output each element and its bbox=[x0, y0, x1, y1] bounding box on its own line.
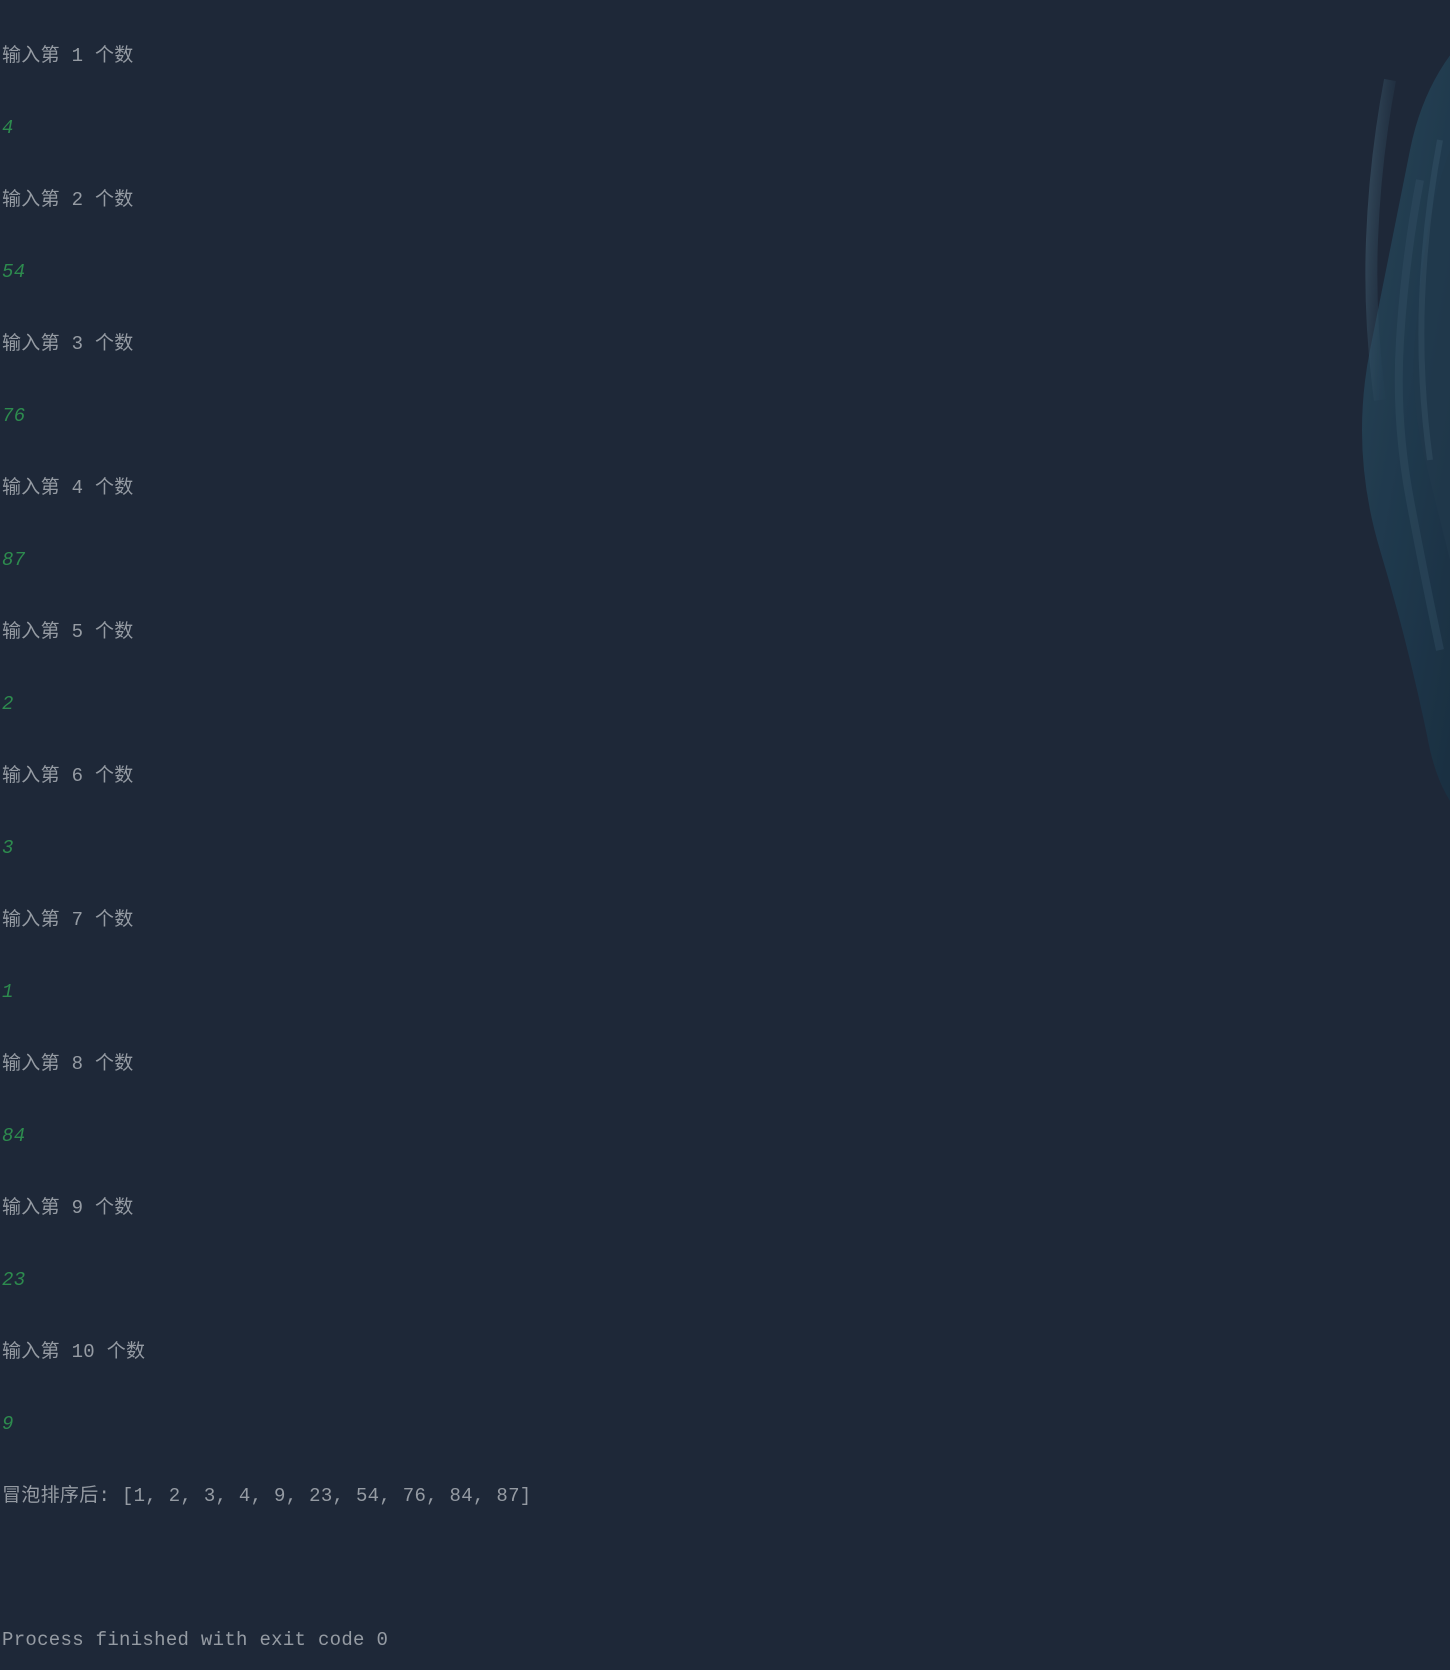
prompt-line: 输入第 6 个数 bbox=[2, 758, 1450, 794]
prompt-line: 输入第 3 个数 bbox=[2, 326, 1450, 362]
prompt-line: 输入第 10 个数 bbox=[2, 1334, 1450, 1370]
input-value: 4 bbox=[2, 110, 1450, 146]
input-value: 54 bbox=[2, 254, 1450, 290]
prompt-line: 输入第 2 个数 bbox=[2, 182, 1450, 218]
input-value: 23 bbox=[2, 1262, 1450, 1298]
prompt-line: 输入第 9 个数 bbox=[2, 1190, 1450, 1226]
input-value: 87 bbox=[2, 542, 1450, 578]
input-value: 84 bbox=[2, 1118, 1450, 1154]
prompt-line: 输入第 5 个数 bbox=[2, 614, 1450, 650]
prompt-line: 输入第 1 个数 bbox=[2, 38, 1450, 74]
terminal-output: 输入第 1 个数 4 输入第 2 个数 54 输入第 3 个数 76 输入第 4… bbox=[2, 2, 1450, 1670]
exit-status: Process finished with exit code 0 bbox=[2, 1622, 1450, 1658]
input-value: 2 bbox=[2, 686, 1450, 722]
input-value: 3 bbox=[2, 830, 1450, 866]
sort-result: 冒泡排序后: [1, 2, 3, 4, 9, 23, 54, 76, 84, 8… bbox=[2, 1478, 1450, 1514]
input-value: 9 bbox=[2, 1406, 1450, 1442]
input-value: 76 bbox=[2, 398, 1450, 434]
prompt-line: 输入第 7 个数 bbox=[2, 902, 1450, 938]
prompt-line: 输入第 8 个数 bbox=[2, 1046, 1450, 1082]
blank-line bbox=[2, 1550, 1450, 1586]
input-value: 1 bbox=[2, 974, 1450, 1010]
prompt-line: 输入第 4 个数 bbox=[2, 470, 1450, 506]
